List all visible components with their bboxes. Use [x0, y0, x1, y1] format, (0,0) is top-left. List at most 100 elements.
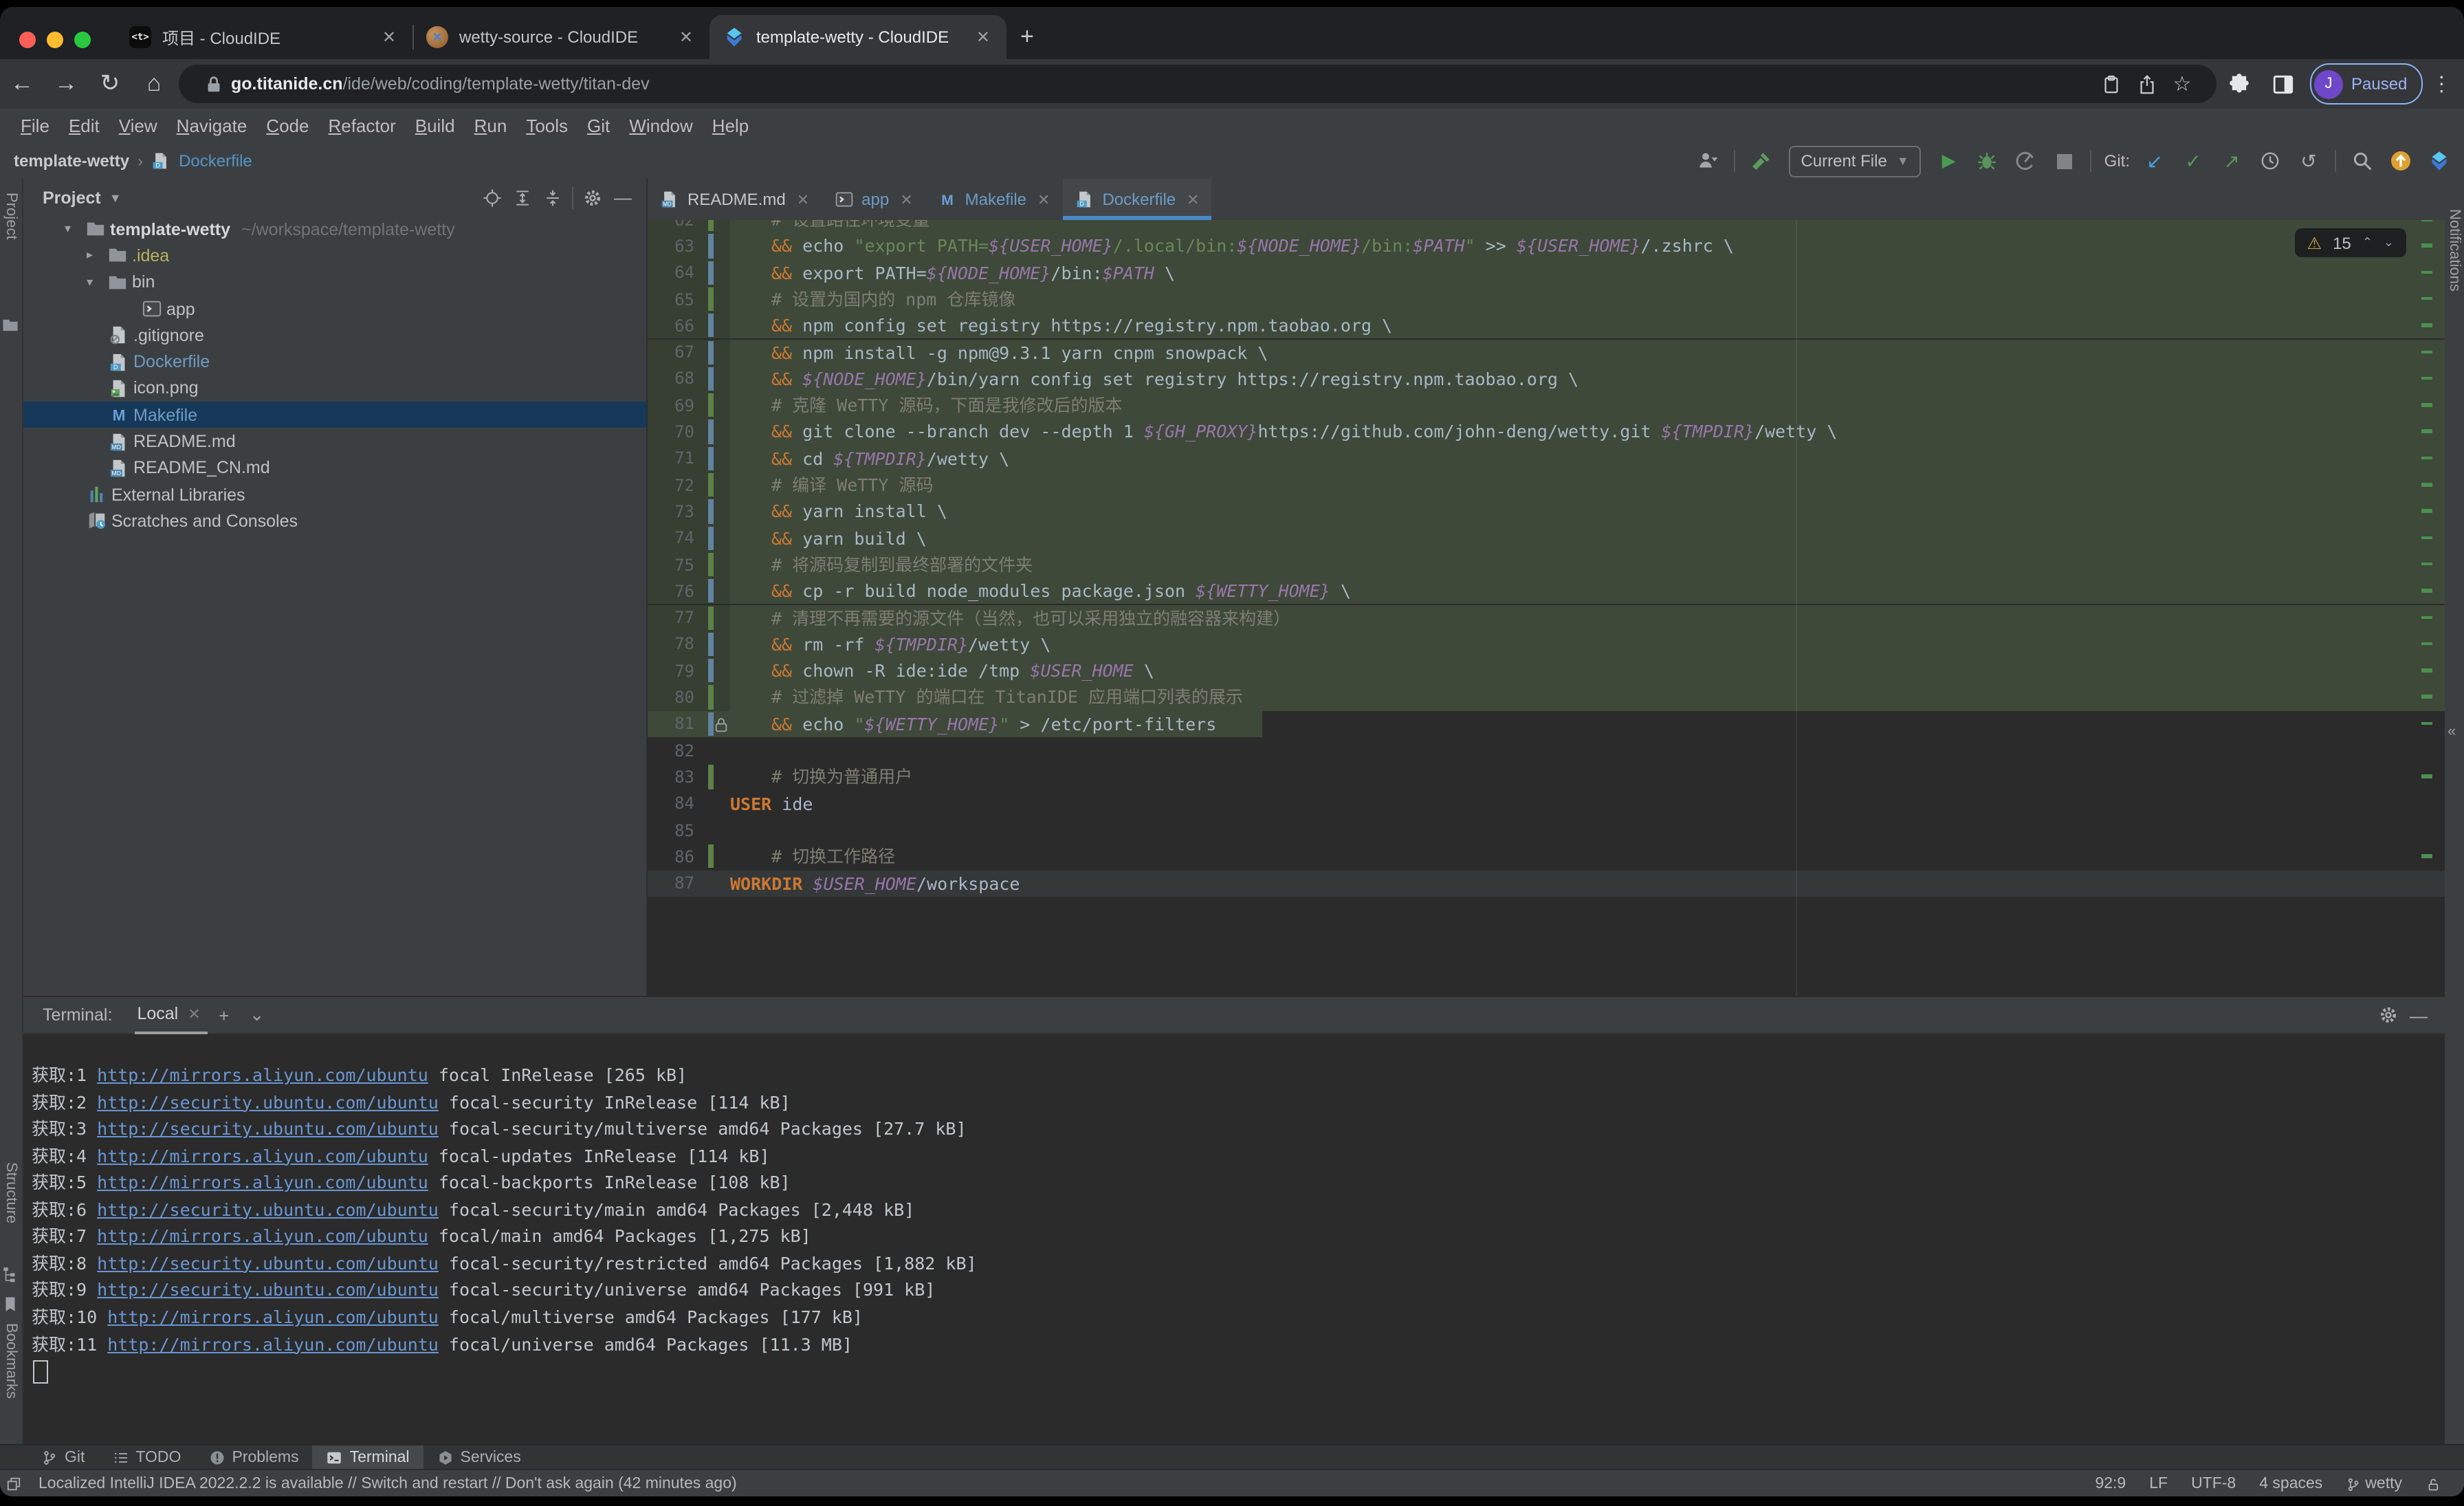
tree-item-template-wetty[interactable]: ▾template-wetty~/workspace/template-wett…: [23, 216, 646, 243]
git-commit-icon[interactable]: ✓: [2177, 149, 2210, 173]
bookmark-star-icon[interactable]: ☆: [2164, 72, 2200, 96]
indent-setting[interactable]: 4 spaces: [2259, 1476, 2322, 1492]
terminal-line[interactable]: 获取:1 http://mirrors.aliyun.com/ubuntu fo…: [32, 1062, 687, 1089]
code-line-86[interactable]: 86# 切换工作路径: [648, 843, 2445, 870]
search-everywhere-icon[interactable]: [2346, 150, 2379, 172]
tool-window-button-services[interactable]: Services: [424, 1445, 535, 1470]
terminal-line[interactable]: 获取:9 http://security.ubuntu.com/ubuntu f…: [32, 1277, 935, 1304]
editor-body[interactable]: 62# 设置路径环境变量63&& echo "export PATH=${USE…: [648, 220, 2445, 996]
code-line-63[interactable]: 63&& echo "export PATH=${USER_HOME}/.loc…: [648, 233, 2445, 260]
tool-window-button-terminal[interactable]: Terminal: [313, 1445, 424, 1470]
terminal-settings-icon[interactable]: [2373, 1005, 2404, 1025]
file-encoding[interactable]: UTF-8: [2191, 1476, 2236, 1492]
close-tab-icon[interactable]: ✕: [676, 28, 696, 47]
side-panel-icon[interactable]: [2260, 72, 2304, 96]
breadcrumb-file[interactable]: Dockerfile: [179, 151, 252, 171]
terminal-link[interactable]: http://mirrors.aliyun.com/ubuntu: [97, 1172, 428, 1192]
terminal-link[interactable]: http://mirrors.aliyun.com/ubuntu: [97, 1226, 428, 1247]
gutter[interactable]: 82: [648, 737, 730, 764]
tree-item-dockerfile[interactable]: DDockerfile: [23, 349, 646, 375]
tree-item-external-libraries[interactable]: External Libraries: [23, 481, 646, 508]
breadcrumb-project[interactable]: template-wetty: [14, 151, 129, 171]
tool-stripe-notifications[interactable]: Notifications: [2445, 209, 2462, 292]
gear-icon[interactable]: [578, 188, 608, 207]
gutter[interactable]: 73: [648, 499, 730, 525]
close-icon[interactable]: ✕: [188, 1005, 200, 1023]
tree-item-icon.png[interactable]: icon.png: [23, 375, 646, 402]
editor-tab-readme.md[interactable]: MDREADME.md✕: [648, 179, 822, 220]
code-line-64[interactable]: 64&& export PATH=${NODE_HOME}/bin:$PATH …: [648, 259, 2445, 286]
terminal-tab-local[interactable]: Local ✕: [134, 996, 207, 1034]
gutter[interactable]: 81: [648, 710, 730, 737]
forward-button[interactable]: →: [44, 70, 88, 98]
event-log-icon[interactable]: [0, 1476, 28, 1492]
browser-tab-1[interactable]: <t> 项目 - CloudIDE ✕: [116, 15, 412, 59]
code-line-78[interactable]: 78&& rm -rf ${TMPDIR}/wetty \: [648, 631, 2445, 658]
terminal-line[interactable]: 获取:7 http://mirrors.aliyun.com/ubuntu fo…: [32, 1223, 811, 1250]
tree-item-makefile[interactable]: MMakefile: [23, 402, 646, 428]
terminal-link[interactable]: http://security.ubuntu.com/ubuntu: [97, 1253, 439, 1274]
lock-icon[interactable]: [195, 74, 231, 94]
titan-gem-icon[interactable]: [2423, 150, 2456, 172]
menu-edit[interactable]: Edit: [59, 116, 109, 136]
terminal-link[interactable]: http://security.ubuntu.com/ubuntu: [97, 1199, 439, 1220]
menu-view[interactable]: View: [109, 116, 167, 136]
menu-file[interactable]: File: [11, 116, 59, 136]
code-line-62[interactable]: 62# 设置路径环境变量: [648, 220, 2445, 233]
editor-tab-makefile[interactable]: MMakefile✕: [925, 179, 1063, 220]
breadcrumb[interactable]: template-wetty › D Dockerfile: [0, 151, 252, 171]
chevron-down-icon[interactable]: ⌄: [241, 1004, 274, 1026]
back-button[interactable]: ←: [0, 70, 44, 98]
run-button[interactable]: ▶: [1933, 150, 1966, 172]
code-line-85[interactable]: 85: [648, 817, 2445, 844]
git-branch-widget[interactable]: wetty: [2346, 1476, 2402, 1492]
terminal-line[interactable]: 获取:4 http://mirrors.aliyun.com/ubuntu fo…: [32, 1142, 770, 1169]
gutter[interactable]: 77: [648, 604, 730, 631]
tree-item-readme.md[interactable]: MDREADME.md: [23, 428, 646, 455]
close-tab-icon[interactable]: ✕: [900, 190, 912, 208]
browser-tab-2[interactable]: ✕ wetty-source - CloudIDE ✕: [412, 15, 710, 59]
gutter[interactable]: 68: [648, 366, 730, 393]
gutter[interactable]: 87: [648, 870, 730, 897]
code-line-72[interactable]: 72# 编译 WeTTY 源码: [648, 472, 2445, 499]
menu-build[interactable]: Build: [406, 116, 465, 136]
close-tab-icon[interactable]: ✕: [974, 28, 993, 47]
structure-stripe-icon[interactable]: [1, 1265, 21, 1285]
tree-item-readme_cn.md[interactable]: MDREADME_CN.md: [23, 455, 646, 481]
gutter[interactable]: 84: [648, 790, 730, 817]
code-line-82[interactable]: 82: [648, 737, 2445, 764]
code-line-87[interactable]: 87WORKDIR $USER_HOME/workspace: [648, 870, 2445, 897]
chevron-down-icon[interactable]: ▼: [109, 190, 122, 204]
gutter[interactable]: 74: [648, 525, 730, 552]
code-line-81[interactable]: 81&& echo "${WETTY_HOME}" > /etc/port-fi…: [648, 710, 2445, 737]
history-icon[interactable]: [2254, 150, 2287, 172]
code-line-68[interactable]: 68&& ${NODE_HOME}/bin/yarn config set re…: [648, 366, 2445, 393]
gutter[interactable]: 71: [648, 445, 730, 472]
terminal-line[interactable]: 获取:5 http://mirrors.aliyun.com/ubuntu fo…: [32, 1169, 791, 1196]
code-line-75[interactable]: 75# 将源码复制到最终部署的文件夹: [648, 552, 2445, 578]
menu-run[interactable]: Run: [465, 116, 517, 136]
ide-update-icon[interactable]: [2384, 150, 2417, 172]
git-push-icon[interactable]: ↗: [2215, 149, 2248, 173]
tool-stripe-project[interactable]: Project: [3, 193, 19, 240]
extensions-icon[interactable]: [2216, 72, 2260, 96]
code-line-67[interactable]: 67&& npm install -g npm@9.3.1 yarn cnpm …: [648, 339, 2445, 366]
project-panel-title[interactable]: Project: [43, 188, 101, 207]
tool-window-button-todo[interactable]: TODO: [98, 1445, 195, 1470]
gutter[interactable]: 85: [648, 817, 730, 844]
gutter[interactable]: 63: [648, 233, 730, 260]
close-tab-icon[interactable]: ✕: [1187, 190, 1199, 208]
prev-warning-icon[interactable]: ⌃: [2362, 235, 2373, 250]
tree-item-bin[interactable]: ▾bin: [23, 269, 646, 296]
tool-stripe-structure[interactable]: Structure: [3, 1162, 19, 1223]
code-line-66[interactable]: 66&& npm config set registry https://reg…: [648, 312, 2445, 339]
gutter[interactable]: 64: [648, 259, 730, 286]
new-terminal-icon[interactable]: +: [208, 1005, 241, 1025]
hide-terminal-icon[interactable]: —: [2404, 1005, 2434, 1025]
tree-item-.gitignore[interactable]: .gitignore: [23, 322, 646, 349]
address-bar[interactable]: go.titanide.cn/ide/web/coding/template-w…: [179, 65, 2216, 103]
chevron-down-icon[interactable]: ▾: [87, 274, 107, 290]
chevron-down-icon[interactable]: ▾: [65, 221, 85, 237]
terminal-link[interactable]: http://mirrors.aliyun.com/ubuntu: [97, 1065, 428, 1085]
tree-item-app[interactable]: app: [23, 296, 646, 323]
